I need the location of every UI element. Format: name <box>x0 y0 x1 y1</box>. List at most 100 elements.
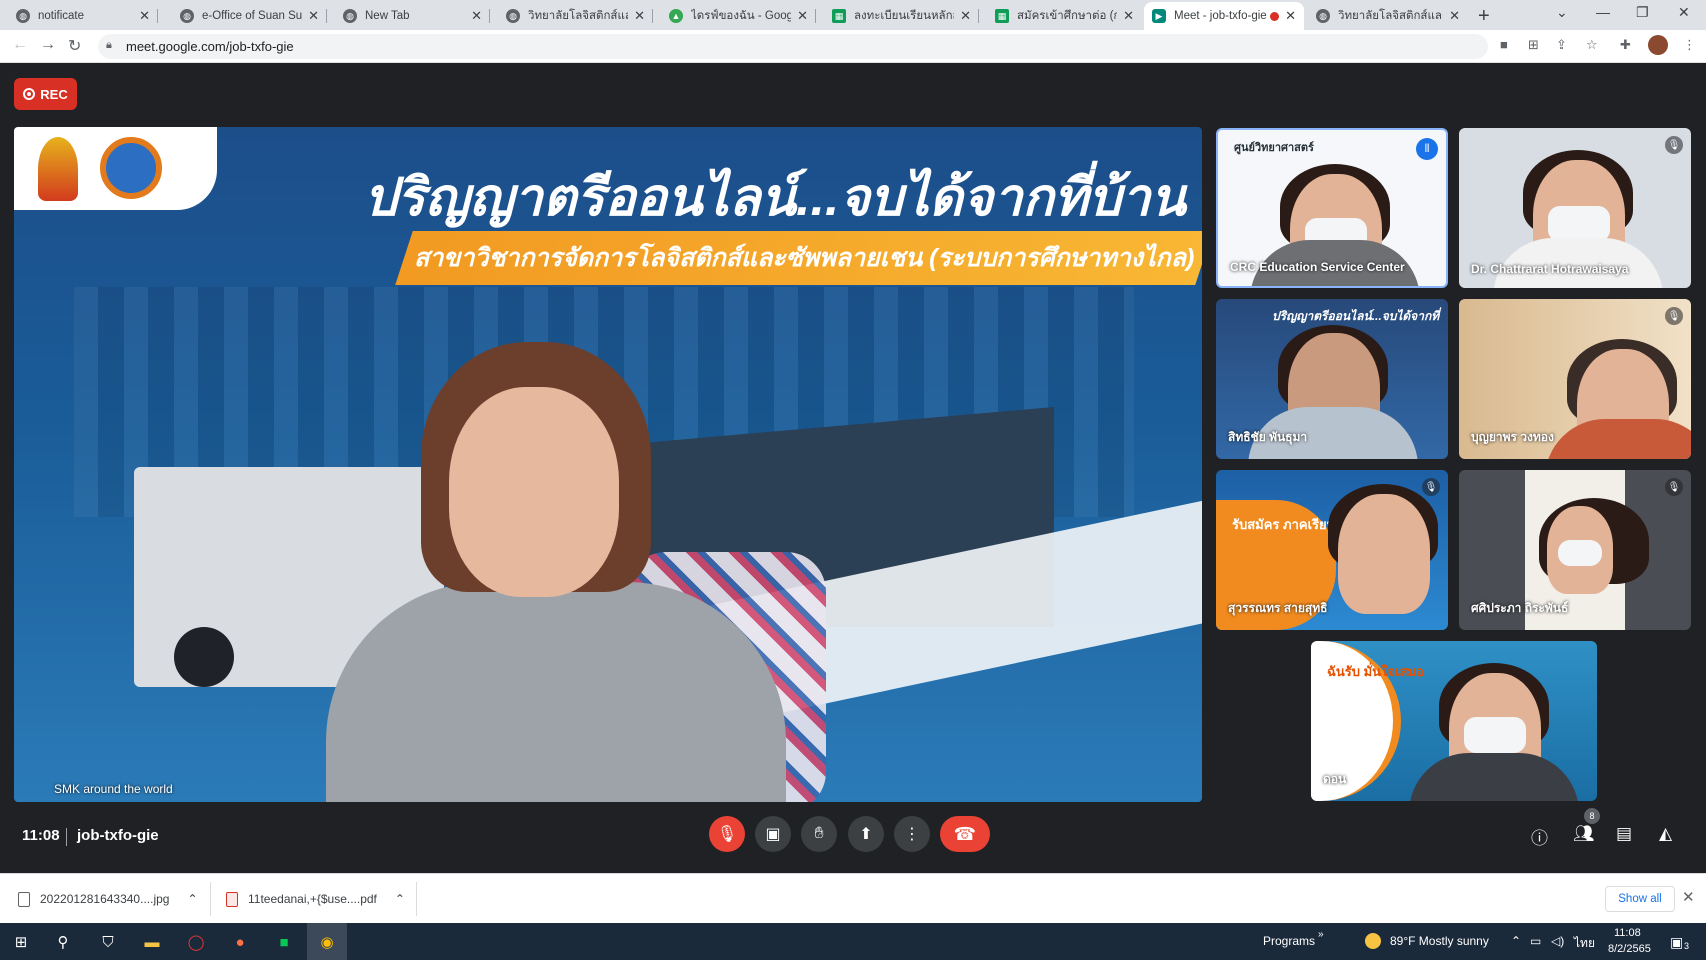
new-tab-icon[interactable]: + <box>1478 5 1490 28</box>
activities-icon[interactable]: ◭ <box>1659 824 1672 844</box>
participant-tile[interactable]: 🎙︎ ศศิประภา ถิระพันธ์ <box>1459 470 1691 630</box>
security-shield-icon[interactable]: ⛉ <box>97 931 119 953</box>
notification-center-icon[interactable]: ▣ <box>1670 934 1683 951</box>
leave-call-button[interactable]: ☎ <box>940 816 990 852</box>
close-tab-icon[interactable]: ✕ <box>308 8 319 24</box>
tab-google-drive[interactable]: ▲ ไดรฟ์ของฉัน - Google ไดรฟ์ ✕ <box>661 2 816 30</box>
forward-arrow-icon[interactable]: → <box>40 36 56 54</box>
tab-apply-study[interactable]: ▦ สมัครเข้าศึกษาต่อ (การศึกษา ✕ <box>987 2 1142 30</box>
tray-expand-icon[interactable]: ⌃ <box>1511 934 1521 948</box>
back-arrow-icon[interactable]: ← <box>12 36 28 54</box>
close-tab-icon[interactable]: ✕ <box>960 8 971 24</box>
network-icon[interactable]: ▭ <box>1530 934 1541 948</box>
volume-icon[interactable]: ◁) <box>1551 934 1564 948</box>
chrome-taskbar-icon[interactable]: ◉ <box>307 923 347 960</box>
close-tab-icon[interactable]: ✕ <box>471 8 482 24</box>
participant-shoulders <box>1409 753 1579 801</box>
close-tab-icon[interactable]: ✕ <box>139 8 150 24</box>
downloads-shelf: 202201281643340....jpg ⌃ 11teedanai,+{$u… <box>0 873 1706 923</box>
url-text[interactable]: meet.google.com/job-txfo-gie <box>126 39 294 54</box>
windows-start-icon[interactable]: ⊞ <box>10 931 32 953</box>
reload-icon[interactable]: ↻ <box>68 36 81 56</box>
more-options-button[interactable]: ⋮ <box>894 816 930 852</box>
divider <box>66 828 67 846</box>
address-bar[interactable]: 🔒︎ meet.google.com/job-txfo-gie <box>98 34 1488 59</box>
download-item[interactable]: 11teedanai,+{$use....pdf ⌃ <box>226 874 405 924</box>
tab-logistics-college[interactable]: ◍ วิทยาลัยโลจิสติกส์และซัพพลาย ✕ <box>498 2 653 30</box>
chevron-up-icon[interactable]: ⌃ <box>187 892 197 906</box>
participant-tile[interactable]: ฉันรับ มั่นใจเสมอ ดอน <box>1311 641 1597 801</box>
programs-toolbar[interactable]: Programs <box>1263 934 1315 948</box>
bookmark-star-icon[interactable]: ☆ <box>1586 37 1598 53</box>
slide-headline: ปริญญาตรีออนไลน์...จบได้จากที่บ้าน <box>364 169 1186 227</box>
participant-name: ศศิประภา ถิระพันธ์ <box>1471 601 1569 615</box>
participant-name: สุวรรณทร สายสุทธิ <box>1228 601 1328 615</box>
camera-icon[interactable]: ■ <box>1500 37 1508 52</box>
tab-search-icon[interactable]: ⌄ <box>1556 4 1568 21</box>
close-tab-icon[interactable]: ✕ <box>1123 8 1134 24</box>
participant-tile[interactable]: 🎙︎ บุญยาพร วงทอง <box>1459 299 1691 459</box>
mic-toggle-button[interactable]: 🎙︎ <box>709 816 745 852</box>
meeting-time: 11:08 <box>22 827 60 844</box>
participant-face <box>1338 494 1430 614</box>
notification-count: 3 <box>1684 941 1690 951</box>
close-tab-icon[interactable]: ✕ <box>634 8 645 24</box>
taskbar-time[interactable]: 11:08 <box>1614 927 1641 939</box>
translate-icon[interactable]: ⊞ <box>1528 37 1539 53</box>
profile-avatar[interactable] <box>1648 35 1668 55</box>
people-icon[interactable]: 👥︎ <box>1573 824 1595 844</box>
slide-subheadline: สาขาวิชาการจัดการโลจิสติกส์และซัพพลายเชน… <box>413 244 1195 272</box>
meeting-details-icon[interactable]: ⓘ <box>1531 824 1548 849</box>
chrome-menu-icon[interactable]: ⋮ <box>1683 37 1696 53</box>
restore-icon[interactable]: ❐ <box>1636 4 1649 21</box>
close-tab-icon[interactable]: ✕ <box>1449 8 1460 24</box>
minimize-icon[interactable]: — <box>1596 4 1610 20</box>
present-screen-button[interactable]: ⬆ <box>848 816 884 852</box>
tab-e-office[interactable]: ◍ e-Office of Suan Sunandha ✕ <box>172 2 327 30</box>
rec-label: REC <box>40 86 68 102</box>
tab-title: ไดรฟ์ของฉัน - Google ไดรฟ์ <box>691 10 792 22</box>
lock-icon: 🔒︎ <box>106 39 112 51</box>
tab-title: Meet - job-txfo-gie <box>1174 10 1267 22</box>
camera-toggle-button[interactable]: ▣ <box>755 816 791 852</box>
globe-icon: ◍ <box>16 9 30 23</box>
participant-tile[interactable]: รับสมัคร ภาคเรียนที่ 1/65 🎙︎ สุวรรณทร สา… <box>1216 470 1448 630</box>
taskbar-date[interactable]: 8/2/2565 <box>1608 943 1651 955</box>
tab-notificate[interactable]: ◍ notificate ✕ <box>8 2 158 30</box>
file-explorer-icon[interactable]: ▬ <box>141 931 163 953</box>
participant-name: บุญยาพร วงทอง <box>1471 430 1554 444</box>
chat-icon[interactable]: ▤ <box>1616 824 1632 844</box>
line-app-icon[interactable]: ■ <box>273 931 295 953</box>
pdf-file-icon <box>226 891 238 907</box>
tab-google-meet[interactable]: ▶ Meet - job-txfo-gie ✕ <box>1144 2 1304 30</box>
window-close-icon[interactable]: ✕ <box>1678 4 1690 21</box>
download-item[interactable]: 202201281643340....jpg ⌃ <box>18 874 198 924</box>
tab-course-registration[interactable]: ▦ ลงทะเบียนเรียนหลักสูตร ✕ <box>824 2 979 30</box>
tab-new-tab[interactable]: ◍ New Tab ✕ <box>335 2 490 30</box>
recording-dot-icon <box>1270 11 1280 21</box>
input-language[interactable]: ไทย <box>1574 934 1595 953</box>
participant-tile[interactable]: ปริญญาตรีออนไลน์...จบได้จากที่ สิทธิชัย … <box>1216 299 1448 459</box>
extensions-icon[interactable]: ✚ <box>1620 37 1631 53</box>
show-all-button[interactable]: Show all <box>1605 886 1675 912</box>
participant-tile[interactable]: 🎙︎ Dr. Chattrarat Hotrawaisaya <box>1459 128 1691 288</box>
participant-shoulders <box>1545 419 1691 459</box>
close-tab-icon[interactable]: ✕ <box>797 8 808 24</box>
toolbar-expand-icon[interactable]: » <box>1318 929 1324 940</box>
weather-text[interactable]: 89°F Mostly sunny <box>1390 934 1489 948</box>
close-shelf-icon[interactable]: ✕ <box>1682 888 1695 906</box>
opera-browser-icon[interactable]: ◯ <box>185 931 207 953</box>
google-drive-icon: ▲ <box>669 9 683 23</box>
search-icon[interactable]: ⚲ <box>52 931 74 953</box>
record-icon <box>23 88 36 100</box>
raise-hand-button[interactable]: ✋︎ <box>801 816 837 852</box>
download-filename: 11teedanai,+{$use....pdf <box>248 892 377 906</box>
tab-logistics-college-2[interactable]: ◍ วิทยาลัยโลจิสติกส์และซัพพลาย ✕ <box>1308 2 1468 30</box>
chevron-up-icon[interactable]: ⌃ <box>395 892 405 906</box>
participant-tile[interactable]: ศูนย์วิทยาศาสตร์ ⫴ CRC Education Service… <box>1216 128 1448 288</box>
image-file-icon <box>18 891 30 907</box>
close-tab-icon[interactable]: ✕ <box>1285 8 1296 24</box>
share-icon[interactable]: ⇪ <box>1556 37 1567 53</box>
firefox-icon[interactable]: ● <box>229 931 251 953</box>
presenter-video[interactable]: ปริญญาตรีออนไลน์...จบได้จากที่บ้าน สาขาว… <box>14 127 1202 802</box>
